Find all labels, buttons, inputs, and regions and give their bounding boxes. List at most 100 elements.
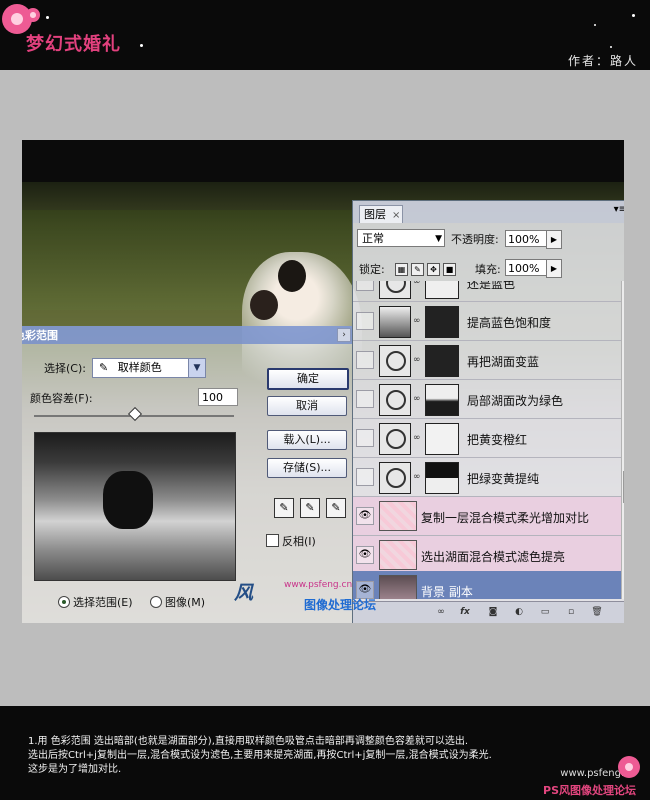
groom-head	[278, 260, 306, 292]
selection-radio-label[interactable]: 选择范围(E)	[73, 594, 133, 610]
fill-label: 填充:	[475, 263, 501, 276]
mask-thumbnail	[425, 345, 459, 377]
save-button[interactable]: 存储(S)...	[267, 458, 347, 478]
lock-transparent-icon[interactable]: ▦	[395, 263, 408, 276]
layer-style-icon[interactable]: fx	[459, 607, 471, 618]
scrollbar-thumb[interactable]	[623, 471, 624, 503]
layers-toolbar: ∞ fx ◙ ◐ ▭ ▫ 🗑	[353, 601, 624, 623]
instruction-line-1: 1.用 色彩范围 选出暗部(也就是湖面部分),直接用取样颜色吸管点击暗部再调整颜…	[28, 736, 469, 747]
visibility-toggle[interactable]	[356, 281, 374, 291]
flower-icon	[26, 8, 40, 22]
visibility-toggle[interactable]	[356, 468, 374, 486]
layer-name[interactable]: 局部湖面改为绿色	[467, 392, 563, 409]
visibility-toggle[interactable]	[356, 312, 374, 330]
opacity-arrow-icon[interactable]: ▶	[546, 230, 562, 249]
ok-button[interactable]: 确定	[267, 368, 349, 390]
layer-thumbnail	[379, 501, 417, 531]
selection-radio[interactable]	[58, 596, 70, 608]
layer-row[interactable]: ∞ 局部湖面改为绿色	[353, 380, 621, 419]
fuzziness-slider[interactable]	[34, 406, 234, 422]
layer-name[interactable]: 再把湖面变蓝	[467, 353, 539, 370]
close-icon[interactable]: ›	[337, 328, 351, 342]
lock-label: 锁定:	[359, 263, 385, 276]
adjustment-thumbnail	[379, 345, 411, 377]
mask-thumbnail	[425, 462, 459, 494]
layer-row[interactable]: ∞ 把黄变橙红	[353, 419, 621, 458]
layer-row[interactable]: ∞ 把绿变黄提纯	[353, 458, 621, 497]
flower-icon	[618, 756, 640, 778]
cancel-button[interactable]: 取消	[267, 396, 347, 416]
adjustment-layer-icon[interactable]: ◐	[513, 607, 525, 618]
layer-thumbnail	[379, 575, 417, 599]
layer-name[interactable]: 提高蓝色饱和度	[467, 314, 551, 331]
eyedropper-plus-icon[interactable]: ✎	[300, 498, 320, 518]
link-icon: ∞	[413, 433, 421, 443]
sparkle-icon	[140, 44, 143, 47]
eyedropper-icon[interactable]: ✎	[274, 498, 294, 518]
adjustment-thumbnail	[379, 423, 411, 455]
slider-thumb[interactable]	[127, 406, 143, 422]
layer-name[interactable]: 选出湖面混合模式滤色提亮	[421, 548, 565, 565]
layers-scrollbar[interactable]	[621, 281, 624, 599]
load-button[interactable]: 载入(L)...	[267, 430, 347, 450]
select-dropdown[interactable]: ✎ 取样颜色 ▼	[92, 358, 206, 378]
lock-all-icon[interactable]: ■	[443, 263, 456, 276]
layer-row-selected[interactable]: 👁 背景 副本	[353, 571, 621, 599]
tab-layers[interactable]: 图层 ×	[359, 205, 403, 223]
delete-layer-icon[interactable]: 🗑	[591, 607, 603, 618]
layer-name[interactable]: 背景 副本	[421, 583, 473, 599]
opacity-input[interactable]: 100%	[505, 230, 547, 247]
photoshop-stage: 色彩范围 › 选择(C): ✎ 取样颜色 ▼ 颜色容差(F): 100 选择范围…	[22, 140, 624, 623]
chevron-down-icon: ▼	[435, 234, 442, 244]
adjustment-thumbnail	[379, 384, 411, 416]
header-bar: 梦幻式婚礼 作者：路人	[0, 0, 650, 70]
link-layers-icon[interactable]: ∞	[435, 607, 447, 618]
chevron-down-icon[interactable]: ▼	[188, 359, 205, 377]
fill-arrow-icon[interactable]: ▶	[546, 259, 562, 278]
visibility-toggle[interactable]	[356, 429, 374, 447]
image-radio[interactable]	[150, 596, 162, 608]
layer-row[interactable]: 👁 复制一层混合模式柔光增加对比	[353, 497, 621, 536]
eyedropper-icon: ✎	[99, 361, 109, 374]
author-label: 作者：路人	[567, 54, 638, 68]
layer-name[interactable]: 还是蓝色	[467, 281, 515, 292]
mask-thumbnail	[425, 306, 459, 338]
new-group-icon[interactable]: ▭	[539, 607, 551, 618]
blend-mode-select[interactable]: 正常 ▼	[357, 229, 445, 247]
eye-icon[interactable]: 👁	[356, 546, 374, 564]
layer-row[interactable]: ∞ 还是蓝色	[353, 281, 621, 302]
lock-position-icon[interactable]: ✥	[427, 263, 440, 276]
layer-name[interactable]: 复制一层混合模式柔光增加对比	[421, 509, 589, 526]
layers-panel-header: 图层 × ▾≡	[353, 201, 624, 223]
visibility-toggle[interactable]	[356, 351, 374, 369]
layer-name[interactable]: 把绿变黄提纯	[467, 470, 539, 487]
add-mask-icon[interactable]: ◙	[487, 607, 499, 618]
invert-checkbox[interactable]	[266, 534, 279, 547]
layer-row[interactable]: ∞ 再把湖面变蓝	[353, 341, 621, 380]
fill-input[interactable]: 100%	[505, 259, 547, 276]
blend-mode-value: 正常	[362, 232, 384, 245]
image-radio-label[interactable]: 图像(M)	[165, 594, 205, 610]
eyedropper-minus-icon[interactable]: ✎	[326, 498, 346, 518]
eye-icon[interactable]: 👁	[356, 507, 374, 525]
panel-menu-icon[interactable]: ▾≡	[614, 204, 624, 215]
preview-subject	[103, 471, 153, 529]
layer-row[interactable]: ∞ 提高蓝色饱和度	[353, 302, 621, 341]
color-range-dialog: 色彩范围 › 选择(C): ✎ 取样颜色 ▼ 颜色容差(F): 100 选择范围…	[22, 326, 352, 623]
lock-image-icon[interactable]: ✎	[411, 263, 424, 276]
mask-thumbnail	[425, 423, 459, 455]
layer-name[interactable]: 把黄变橙红	[467, 431, 527, 448]
fuzziness-input[interactable]: 100	[198, 388, 238, 406]
layer-row[interactable]: 👁 选出湖面混合模式滤色提亮	[353, 536, 621, 575]
color-range-titlebar[interactable]: 色彩范围 ›	[22, 326, 352, 344]
watermark-logo: 风	[234, 582, 254, 604]
invert-label[interactable]: 反相(I)	[282, 533, 316, 549]
new-layer-icon[interactable]: ▫	[565, 607, 577, 618]
brand-title: 梦幻式婚礼	[26, 34, 121, 55]
watermark-site: www.psfeng.cn	[284, 580, 353, 590]
close-icon[interactable]: ×	[392, 210, 400, 221]
mask-thumbnail	[425, 384, 459, 416]
adjustment-thumbnail	[379, 306, 411, 338]
link-icon: ∞	[413, 472, 421, 482]
visibility-toggle[interactable]	[356, 390, 374, 408]
